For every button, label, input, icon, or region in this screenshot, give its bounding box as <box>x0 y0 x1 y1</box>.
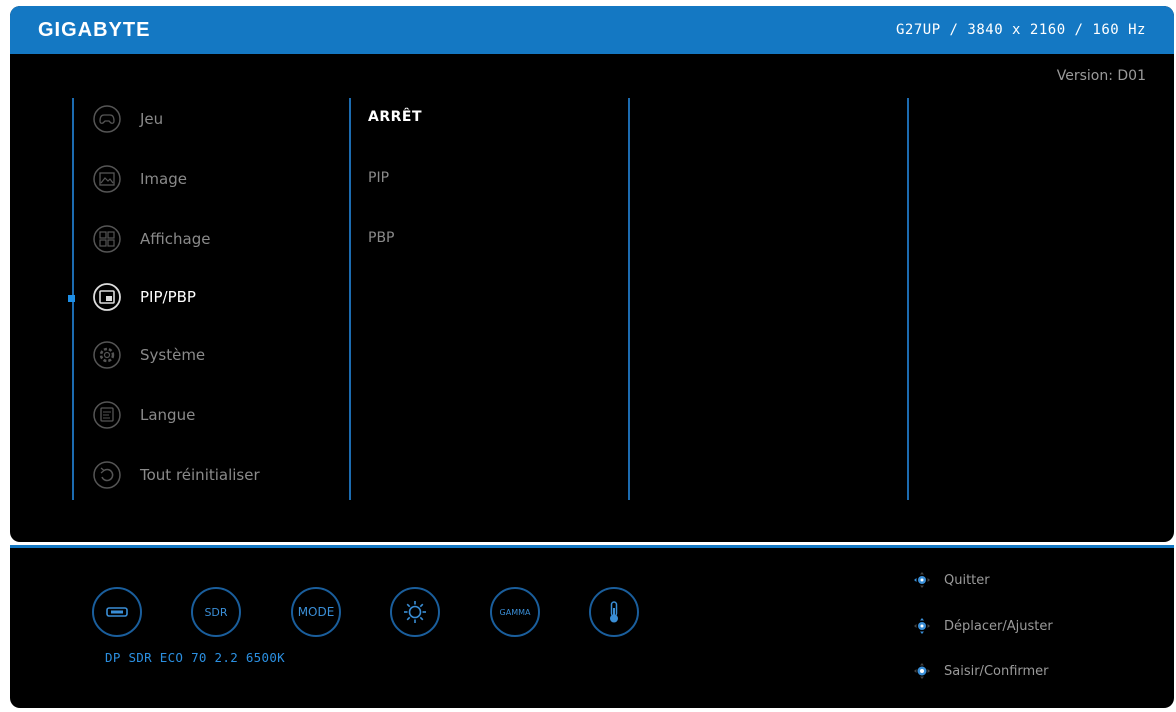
hint-move-adjust: Déplacer/Ajuster <box>910 615 1053 637</box>
joystick-move-icon <box>910 615 934 637</box>
temperature-icon <box>599 597 629 627</box>
quick-bar: SDR MODE GAMMA DP SDR ECO 70 2.2 6500K Q… <box>10 548 1174 708</box>
menu-item-label: Tout réinitialiser <box>140 466 260 484</box>
hint-exit: Quitter <box>910 569 990 591</box>
menu-item-systeme[interactable]: Système <box>92 340 205 370</box>
input-icon <box>102 597 132 627</box>
model-info: G27UP / 3840 x 2160 / 160 Hz <box>895 22 1146 38</box>
menu-item-label: Jeu <box>140 110 164 128</box>
gamepad-icon <box>92 104 122 134</box>
selection-marker <box>68 295 75 302</box>
gamma-label: GAMMA <box>499 607 531 617</box>
joystick-left-icon <box>910 569 934 591</box>
column-divider <box>349 98 351 500</box>
color-temperature-button[interactable] <box>589 587 639 637</box>
submenu-item-pbp[interactable]: PBP <box>368 230 395 246</box>
gamma-button[interactable]: GAMMA <box>490 587 540 637</box>
hint-enter-confirm: Saisir/Confirmer <box>910 660 1049 682</box>
input-source-button[interactable] <box>92 587 142 637</box>
sdr-label: SDR <box>204 605 228 619</box>
mode-button[interactable]: MODE <box>291 587 341 637</box>
osd-main-panel: GIGABYTE G27UP / 3840 x 2160 / 160 Hz Ve… <box>10 6 1174 542</box>
menu-item-jeu[interactable]: Jeu <box>92 104 163 134</box>
menu-item-label: Système <box>140 346 206 364</box>
menu-item-label: Affichage <box>140 230 211 248</box>
menu-item-affichage[interactable]: Affichage <box>92 224 210 254</box>
display-icon <box>92 224 122 254</box>
hint-label: Quitter <box>944 572 990 588</box>
submenu-item-arret[interactable]: ARRÊT <box>368 109 422 125</box>
brightness-icon <box>400 597 430 627</box>
menu-item-image[interactable]: Image <box>92 164 187 194</box>
language-icon <box>92 400 122 430</box>
menu-item-langue[interactable]: Langue <box>92 400 195 430</box>
menu-item-label: Langue <box>140 406 196 424</box>
status-readout: DP SDR ECO 70 2.2 6500K <box>105 650 285 665</box>
gear-icon <box>92 340 122 370</box>
menu-item-label: PIP/PBP <box>140 288 196 306</box>
menu-item-pip-pbp[interactable]: PIP/PBP <box>92 282 196 312</box>
menu-item-reset[interactable]: Tout réinitialiser <box>92 460 260 490</box>
submenu-item-pip[interactable]: PIP <box>368 170 389 186</box>
image-icon <box>92 164 122 194</box>
header-bar: GIGABYTE G27UP / 3840 x 2160 / 160 Hz <box>10 6 1174 54</box>
menu-item-label: Image <box>140 170 187 188</box>
column-divider <box>907 98 909 500</box>
sdr-button[interactable]: SDR <box>191 587 241 637</box>
joystick-press-icon <box>910 660 934 682</box>
brand-logo: GIGABYTE <box>38 19 151 41</box>
hint-label: Saisir/Confirmer <box>944 663 1049 679</box>
pip-icon <box>92 282 122 312</box>
version-label: Version: D01 <box>1056 68 1146 84</box>
mode-label: MODE <box>297 605 335 619</box>
reset-icon <box>92 460 122 490</box>
hint-label: Déplacer/Ajuster <box>944 618 1053 634</box>
brightness-button[interactable] <box>390 587 440 637</box>
column-divider <box>628 98 630 500</box>
